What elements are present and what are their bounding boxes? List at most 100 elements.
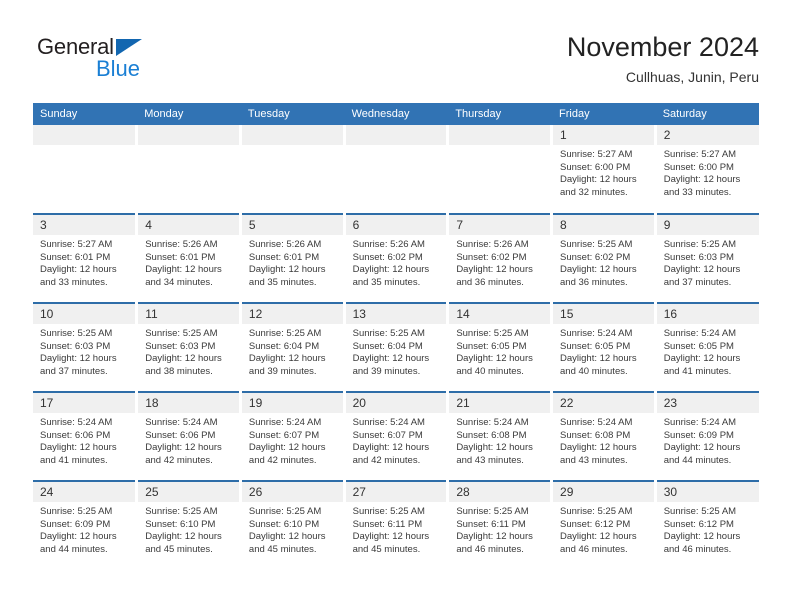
logo-text-blue: Blue [96, 56, 141, 81]
calendar-week-row: 17 Sunrise: 5:24 AM Sunset: 6:06 PM Dayligh… [33, 391, 759, 481]
calendar-day-cell[interactable]: 27 Sunrise: 5:25 AM Sunset: 6:11 PM Dayligh… [344, 480, 450, 570]
calendar-day-cell[interactable]: 2 Sunrise: 5:27 AM Sunset: 6:00 PM Daylight… [655, 125, 759, 214]
daylight-text-line1: Daylight: 12 hours [456, 442, 533, 454]
sunrise-text: Sunrise: 5:27 AM [663, 149, 737, 160]
day-details: Sunrise: 5:25 AM Sunset: 6:05 PM Daylight:… [449, 324, 550, 378]
day-details: Sunrise: 5:25 AM Sunset: 6:09 PM Daylight:… [33, 502, 135, 556]
daylight-text-line1: Daylight: 12 hours [663, 442, 741, 454]
daylight-text-line1: Daylight: 12 hours [560, 531, 637, 543]
calendar-day-cell[interactable]: 4 Sunrise: 5:26 AM Sunset: 6:01 PM Daylight… [136, 213, 242, 303]
day-number: 11 [138, 304, 239, 324]
sunset-text: Sunset: 6:08 PM [456, 429, 527, 441]
day-number: 4 [138, 215, 239, 235]
weekday-header-friday: Friday [551, 103, 656, 125]
daylight-text-line1: Daylight: 12 hours [456, 353, 533, 365]
daylight-text-line2: and 40 minutes. [456, 365, 524, 377]
weekday-header-sunday: Sunday [33, 103, 138, 125]
calendar-day-cell[interactable]: 3 Sunrise: 5:27 AM Sunset: 6:01 PM Daylight… [33, 213, 139, 303]
daylight-text-line2: and 39 minutes. [248, 365, 317, 377]
calendar-day-cell[interactable]: 19 Sunrise: 5:24 AM Sunset: 6:07 PM Dayligh… [240, 391, 346, 481]
day-details: Sunrise: 5:25 AM Sunset: 6:02 PM Daylight:… [553, 235, 654, 289]
daylight-text-line2: and 46 minutes. [663, 543, 732, 555]
weekday-header-thursday: Thursday [447, 103, 553, 125]
calendar-day-cell[interactable]: 18 Sunrise: 5:24 AM Sunset: 6:06 PM Dayligh… [136, 391, 242, 481]
day-number: 29 [553, 482, 654, 502]
daylight-text-line1: Daylight: 12 hours [145, 531, 222, 543]
day-details: Sunrise: 5:25 AM Sunset: 6:03 PM Daylight:… [138, 324, 239, 378]
daylight-text-line2: and 39 minutes. [352, 365, 421, 377]
calendar-day-cell[interactable]: 13 Sunrise: 5:25 AM Sunset: 6:04 PM Dayligh… [344, 302, 450, 392]
calendar-day-cell[interactable]: 23 Sunrise: 5:24 AM Sunset: 6:09 PM Dayligh… [655, 391, 759, 481]
calendar-day-cell[interactable]: 21 Sunrise: 5:24 AM Sunset: 6:08 PM Dayligh… [447, 391, 554, 481]
day-number: 10 [33, 304, 136, 324]
sunset-text: Sunset: 6:10 PM [145, 518, 216, 530]
sunset-text: Sunset: 6:07 PM [248, 429, 320, 441]
weekday-header-saturday: Saturday [655, 103, 759, 125]
calendar-day-cell[interactable]: 11 Sunrise: 5:25 AM Sunset: 6:03 PM Dayligh… [136, 302, 242, 392]
calendar-day-cell-empty [447, 125, 554, 214]
calendar-day-cell[interactable]: 17 Sunrise: 5:24 AM Sunset: 6:06 PM Dayligh… [33, 391, 139, 481]
calendar-day-cell[interactable]: 8 Sunrise: 5:25 AM Sunset: 6:02 PM Daylight… [551, 213, 657, 303]
daylight-text-line1: Daylight: 12 hours [40, 264, 117, 276]
calendar-day-cell-empty [33, 125, 139, 214]
daylight-text-line1: Daylight: 12 hours [352, 264, 430, 276]
daylight-text-line1: Daylight: 12 hours [352, 442, 430, 454]
sunset-text: Sunset: 6:09 PM [663, 429, 734, 441]
sunrise-text: Sunrise: 5:24 AM [352, 417, 425, 428]
daylight-text-line2: and 41 minutes. [40, 454, 108, 466]
calendar-day-cell[interactable]: 15 Sunrise: 5:24 AM Sunset: 6:05 PM Dayligh… [551, 302, 657, 392]
day-details: Sunrise: 5:24 AM Sunset: 6:06 PM Daylight:… [33, 413, 135, 467]
calendar-day-cell[interactable]: 22 Sunrise: 5:24 AM Sunset: 6:08 PM Dayligh… [551, 391, 657, 481]
daylight-text-line2: and 38 minutes. [145, 365, 213, 377]
calendar-day-cell[interactable]: 25 Sunrise: 5:25 AM Sunset: 6:10 PM Dayligh… [136, 480, 242, 570]
calendar-day-cell[interactable]: 30 Sunrise: 5:25 AM Sunset: 6:12 PM Dayligh… [655, 480, 759, 570]
day-number: 24 [33, 482, 136, 502]
sunrise-text: Sunrise: 5:25 AM [663, 506, 737, 517]
daylight-text-line1: Daylight: 12 hours [145, 353, 222, 365]
day-details: Sunrise: 5:25 AM Sunset: 6:10 PM Daylight:… [242, 502, 343, 556]
calendar-day-cell[interactable]: 29 Sunrise: 5:25 AM Sunset: 6:12 PM Dayligh… [551, 480, 657, 570]
daylight-text-line1: Daylight: 12 hours [40, 531, 117, 543]
daylight-text-line2: and 33 minutes. [663, 186, 732, 198]
sunset-text: Sunset: 6:05 PM [663, 340, 734, 352]
daylight-text-line2: and 44 minutes. [40, 543, 108, 555]
page-header: General Blue November 2024 Cullhuas, Jun… [33, 30, 759, 96]
sunrise-text: Sunrise: 5:24 AM [663, 417, 737, 428]
sunset-text: Sunset: 6:04 PM [248, 340, 320, 352]
sunset-text: Sunset: 6:04 PM [352, 340, 423, 352]
sunset-text: Sunset: 6:09 PM [40, 518, 111, 530]
calendar-day-cell[interactable]: 7 Sunrise: 5:26 AM Sunset: 6:02 PM Daylight… [447, 213, 554, 303]
general-blue-logo[interactable]: General Blue [37, 34, 177, 90]
calendar-day-cell[interactable]: 9 Sunrise: 5:25 AM Sunset: 6:03 PM Daylight… [655, 213, 759, 303]
calendar-day-cell[interactable]: 12 Sunrise: 5:25 AM Sunset: 6:04 PM Dayligh… [240, 302, 346, 392]
sunrise-text: Sunrise: 5:24 AM [663, 328, 737, 339]
calendar-day-cell[interactable]: 5 Sunrise: 5:26 AM Sunset: 6:01 PM Daylight… [240, 213, 346, 303]
sunset-text: Sunset: 6:01 PM [248, 251, 320, 263]
daylight-text-line2: and 37 minutes. [40, 365, 108, 377]
day-details: Sunrise: 5:24 AM Sunset: 6:07 PM Daylight:… [242, 413, 343, 467]
calendar-day-cell[interactable]: 28 Sunrise: 5:25 AM Sunset: 6:11 PM Dayligh… [447, 480, 554, 570]
daylight-text-line2: and 36 minutes. [560, 276, 628, 288]
calendar-day-cell[interactable]: 1 Sunrise: 5:27 AM Sunset: 6:00 PM Daylight… [551, 125, 657, 214]
day-details: Sunrise: 5:25 AM Sunset: 6:03 PM Daylight:… [33, 324, 135, 378]
calendar-day-cell[interactable]: 20 Sunrise: 5:24 AM Sunset: 6:07 PM Dayligh… [344, 391, 450, 481]
calendar-day-cell[interactable]: 26 Sunrise: 5:25 AM Sunset: 6:10 PM Dayligh… [240, 480, 346, 570]
sunrise-text: Sunrise: 5:26 AM [456, 239, 529, 250]
day-number: 5 [241, 215, 343, 235]
day-details: Sunrise: 5:24 AM Sunset: 6:05 PM Daylight:… [657, 324, 759, 378]
sunset-text: Sunset: 6:01 PM [40, 251, 111, 263]
sunrise-text: Sunrise: 5:27 AM [560, 149, 633, 160]
calendar-day-cell[interactable]: 6 Sunrise: 5:26 AM Sunset: 6:02 PM Daylight… [344, 213, 450, 303]
sunrise-text: Sunrise: 5:24 AM [40, 417, 113, 428]
calendar-day-cell[interactable]: 10 Sunrise: 5:25 AM Sunset: 6:03 PM Dayligh… [33, 302, 139, 392]
day-details: Sunrise: 5:25 AM Sunset: 6:12 PM Daylight:… [553, 502, 654, 556]
sunrise-text: Sunrise: 5:25 AM [145, 506, 218, 517]
calendar-day-cell[interactable]: 16 Sunrise: 5:24 AM Sunset: 6:05 PM Dayligh… [655, 302, 759, 392]
sunset-text: Sunset: 6:11 PM [456, 518, 526, 530]
calendar-day-cell[interactable]: 24 Sunrise: 5:25 AM Sunset: 6:09 PM Dayligh… [33, 480, 139, 570]
calendar-day-cell-empty [240, 125, 346, 214]
calendar-day-cell[interactable]: 14 Sunrise: 5:25 AM Sunset: 6:05 PM Dayligh… [447, 302, 554, 392]
sunrise-text: Sunrise: 5:25 AM [456, 328, 529, 339]
day-number: 16 [656, 304, 759, 324]
day-details: Sunrise: 5:24 AM Sunset: 6:05 PM Daylight:… [553, 324, 654, 378]
